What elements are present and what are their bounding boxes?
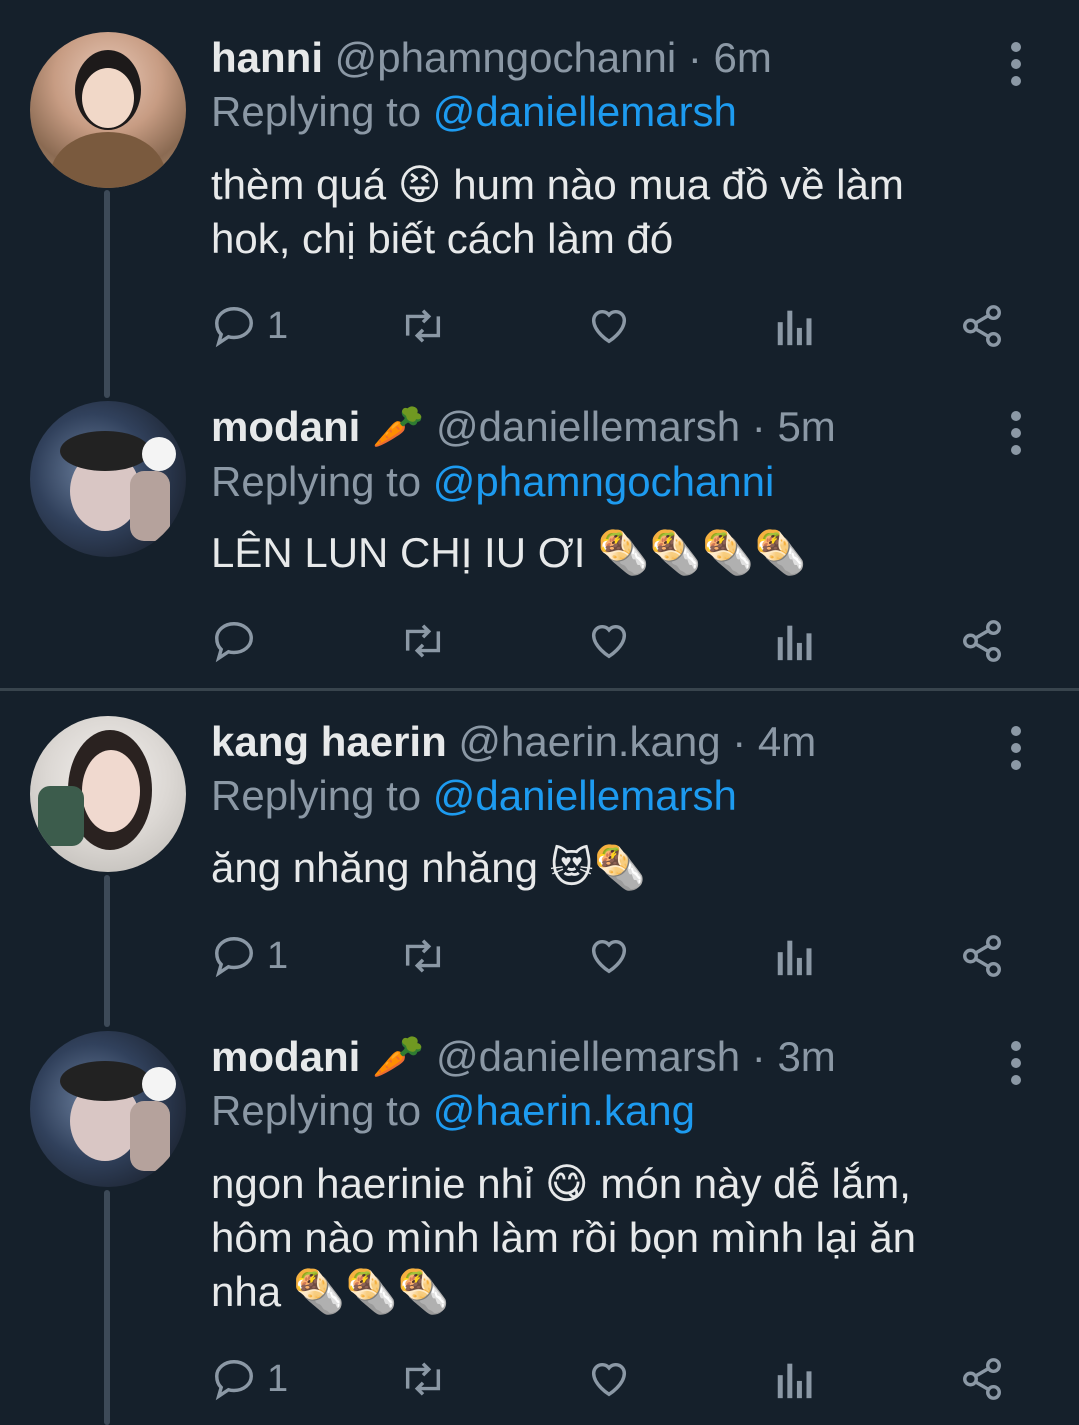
reply-button[interactable] bbox=[211, 616, 267, 666]
reply-count: 1 bbox=[267, 304, 289, 347]
user-handle[interactable]: @phamngochanni bbox=[335, 34, 677, 81]
retweet-button[interactable] bbox=[397, 301, 449, 351]
action-bar: 1 bbox=[211, 1354, 1031, 1404]
timestamp[interactable]: 3m bbox=[777, 1033, 835, 1080]
user-handle[interactable]: @daniellemarsh bbox=[436, 1033, 740, 1080]
analytics-button[interactable] bbox=[775, 1354, 815, 1404]
analytics-icon bbox=[777, 625, 812, 661]
user-handle[interactable]: @daniellemarsh bbox=[436, 403, 740, 450]
like-button[interactable] bbox=[585, 301, 633, 351]
more-icon[interactable] bbox=[1006, 411, 1026, 462]
reply-icon bbox=[215, 937, 253, 978]
analytics-icon bbox=[777, 940, 812, 976]
reply-button[interactable]: 1 bbox=[211, 931, 288, 981]
display-name[interactable]: modani 🥕 bbox=[211, 403, 424, 450]
tweet-text: LÊN LUN CHỊ IU ƠI 🌯🌯🌯🌯 bbox=[211, 529, 807, 576]
reply-mention[interactable]: @daniellemarsh bbox=[433, 88, 737, 135]
more-icon[interactable] bbox=[1006, 1041, 1026, 1092]
like-icon bbox=[591, 1362, 627, 1397]
reply-button[interactable]: 1 bbox=[211, 1354, 288, 1404]
share-icon bbox=[963, 305, 1001, 347]
share-button[interactable] bbox=[959, 616, 1005, 666]
action-bar bbox=[211, 616, 1031, 666]
reply-context: Replying to @haerin.kang bbox=[211, 1087, 695, 1134]
analytics-button[interactable] bbox=[775, 616, 815, 666]
separator: · bbox=[676, 34, 714, 81]
like-icon bbox=[591, 624, 627, 659]
like-button[interactable] bbox=[585, 1354, 633, 1404]
retweet-button[interactable] bbox=[397, 931, 449, 981]
retweet-icon bbox=[405, 309, 441, 343]
reply-mention[interactable]: @phamngochanni bbox=[433, 458, 775, 505]
like-button[interactable] bbox=[585, 616, 633, 666]
like-icon bbox=[591, 309, 627, 344]
user-handle[interactable]: @haerin.kang bbox=[458, 718, 720, 765]
like-button[interactable] bbox=[585, 931, 633, 981]
avatar[interactable] bbox=[30, 1031, 186, 1187]
retweet-icon bbox=[405, 939, 441, 973]
timestamp[interactable]: 5m bbox=[777, 403, 835, 450]
separator: · bbox=[720, 718, 758, 765]
separator: · bbox=[740, 1033, 778, 1080]
avatar[interactable] bbox=[30, 716, 186, 872]
reply-count: 1 bbox=[267, 934, 289, 977]
retweet-icon bbox=[405, 1362, 441, 1396]
tweet-text: ngon haerinie nhỉ 😋 món này dễ lắm, hôm … bbox=[211, 1160, 917, 1315]
retweet-icon bbox=[405, 624, 441, 658]
reply-button[interactable]: 1 bbox=[211, 301, 288, 351]
share-button[interactable] bbox=[959, 1354, 1005, 1404]
tweet-text: ăng nhăng nhăng 😻🌯 bbox=[211, 844, 646, 891]
display-name[interactable]: modani 🥕 bbox=[211, 1033, 424, 1080]
thread-line bbox=[104, 190, 110, 398]
retweet-button[interactable] bbox=[397, 616, 449, 666]
reply-icon bbox=[215, 307, 253, 348]
analytics-icon bbox=[777, 310, 812, 346]
avatar[interactable] bbox=[30, 32, 186, 188]
reply-mention[interactable]: @daniellemarsh bbox=[433, 772, 737, 819]
share-icon bbox=[963, 1358, 1001, 1400]
thread-divider bbox=[0, 688, 1079, 691]
avatar[interactable] bbox=[30, 401, 186, 557]
reply-context: Replying to @phamngochanni bbox=[211, 458, 775, 505]
thread-line bbox=[104, 875, 110, 1027]
share-icon bbox=[963, 620, 1001, 662]
display-name[interactable]: kang haerin bbox=[211, 718, 447, 765]
reply-icon bbox=[215, 622, 253, 663]
reply-icon bbox=[215, 1360, 253, 1401]
reply-context: Replying to @daniellemarsh bbox=[211, 772, 737, 819]
timestamp[interactable]: 6m bbox=[714, 34, 772, 81]
retweet-button[interactable] bbox=[397, 1354, 449, 1404]
reply-count: 1 bbox=[267, 1357, 289, 1400]
share-button[interactable] bbox=[959, 301, 1005, 351]
like-icon bbox=[591, 939, 627, 974]
analytics-icon bbox=[777, 1363, 812, 1399]
display-name[interactable]: hanni bbox=[211, 34, 323, 81]
action-bar: 1 bbox=[211, 931, 1031, 981]
share-button[interactable] bbox=[959, 931, 1005, 981]
analytics-button[interactable] bbox=[775, 301, 815, 351]
tweet-text: thèm quá 😝 hum nào mua đồ về làm hok, ch… bbox=[211, 161, 904, 262]
thread-line bbox=[104, 1190, 110, 1425]
more-icon[interactable] bbox=[1006, 726, 1026, 777]
reply-context: Replying to @daniellemarsh bbox=[211, 88, 737, 135]
separator: · bbox=[740, 403, 778, 450]
action-bar: 1 bbox=[211, 301, 1031, 351]
reply-mention[interactable]: @haerin.kang bbox=[433, 1087, 695, 1134]
share-icon bbox=[963, 935, 1001, 977]
more-icon[interactable] bbox=[1006, 42, 1026, 93]
timestamp[interactable]: 4m bbox=[758, 718, 816, 765]
analytics-button[interactable] bbox=[775, 931, 815, 981]
